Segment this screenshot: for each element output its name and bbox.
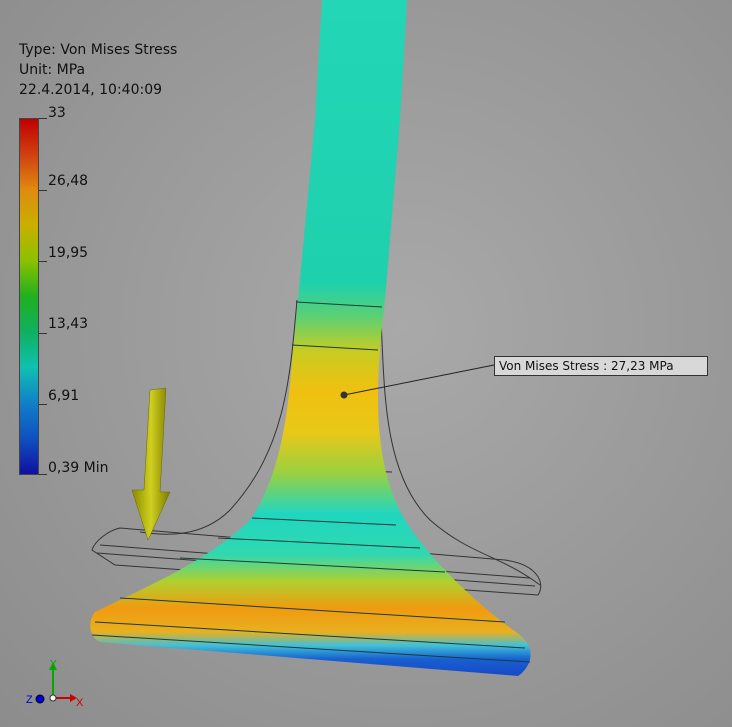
legend-tick bbox=[39, 261, 47, 262]
legend-tick bbox=[39, 333, 47, 334]
probe-callout[interactable]: Von Mises Stress : 27,23 MPa bbox=[494, 356, 708, 376]
legend-label: 13,43 bbox=[48, 316, 89, 332]
result-type: Type: Von Mises Stress bbox=[19, 42, 178, 58]
force-arrow-icon[interactable] bbox=[131, 387, 171, 541]
legend-label-min: 0,39 Min bbox=[48, 460, 109, 476]
legend-label: 19,95 bbox=[48, 245, 89, 261]
valve-body[interactable] bbox=[90, 0, 531, 676]
result-info: Type: Von Mises Stress Unit: MPa 22.4.20… bbox=[19, 40, 177, 100]
axis-z-label: Z bbox=[26, 694, 33, 706]
color-legend-bar bbox=[19, 118, 39, 475]
axis-x-label: X bbox=[76, 697, 84, 709]
result-timestamp: 22.4.2014, 10:40:09 bbox=[19, 82, 163, 98]
legend-label: 26,48 bbox=[48, 173, 89, 189]
legend-tick bbox=[39, 118, 47, 119]
axis-triad: Y X Z bbox=[26, 659, 84, 709]
legend-label-max: 33 bbox=[48, 105, 66, 121]
axis-y-label: Y bbox=[50, 659, 57, 670]
legend-tick bbox=[39, 474, 47, 475]
legend-tick bbox=[39, 190, 47, 191]
legend-label: 6,91 bbox=[48, 388, 80, 404]
legend-tick bbox=[39, 404, 47, 405]
probe-point[interactable] bbox=[340, 391, 348, 399]
result-unit: Unit: MPa bbox=[19, 62, 86, 78]
